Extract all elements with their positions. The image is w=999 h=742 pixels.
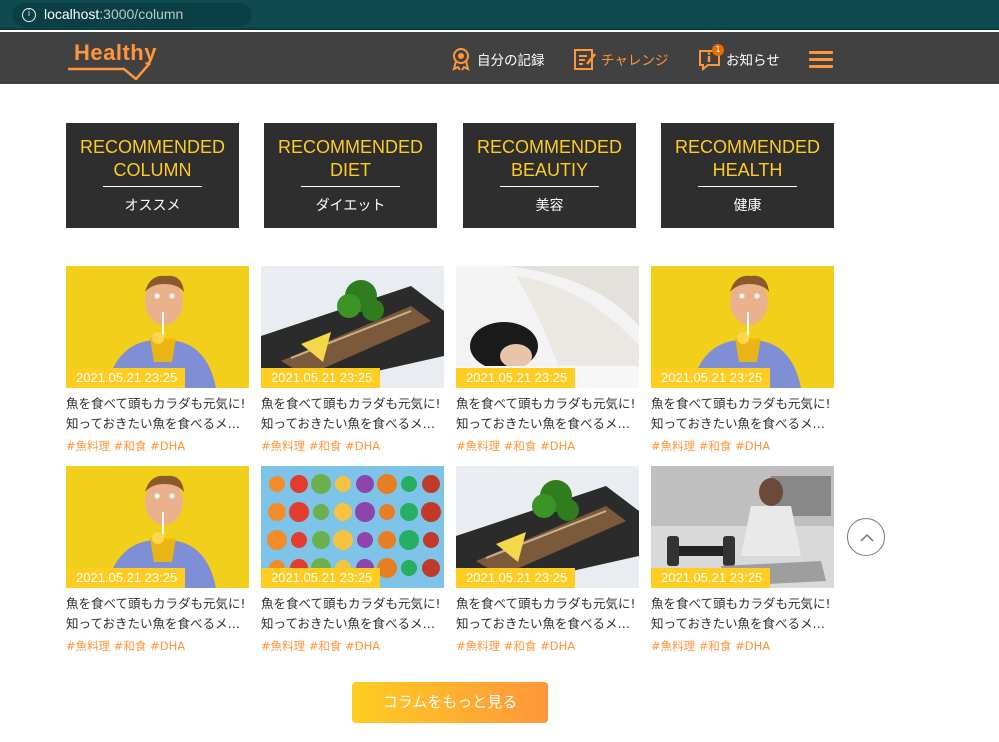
article-date: 2021.05.21 23:25: [66, 568, 186, 588]
nav-my-record-label: 自分の記録: [477, 53, 545, 69]
category-subtitle: 健康: [733, 198, 762, 214]
medal-icon: [449, 47, 473, 71]
article-date: 2021.05.21 23:25: [651, 568, 771, 588]
article-date: 2021.05.21 23:25: [66, 368, 186, 388]
article-date: 2021.05.21 23:25: [456, 368, 576, 388]
category-subtitle: オススメ: [124, 198, 181, 214]
category-title: RECOMMENDED DIET: [277, 137, 423, 180]
category-title: RECOMMENDED HEALTH: [674, 137, 820, 180]
nav-challenge-label: チャレンジ: [601, 53, 669, 69]
article-card[interactable]: 2021.05.21 23:25 魚を食べて頭もカラダも元気に! 知っておきたい…: [651, 266, 834, 454]
article-tags[interactable]: #魚料理 #和食 #DHA: [66, 438, 249, 454]
article-card[interactable]: 2021.05.21 23:25 魚を食べて頭もカラダも元気に! 知っておきたい…: [651, 466, 834, 654]
article-date: 2021.05.21 23:25: [261, 368, 381, 388]
category-recommended-diet[interactable]: RECOMMENDED DIET ダイエット: [264, 123, 437, 228]
divider: [103, 186, 202, 187]
notice-icon: 1: [698, 44, 724, 72]
logo[interactable]: Healthy: [66, 40, 158, 80]
divider: [301, 186, 400, 187]
article-card[interactable]: 2021.05.21 23:25 魚を食べて頭もカラダも元気に! 知っておきたい…: [456, 266, 639, 454]
article-title[interactable]: 魚を食べて頭もカラダも元気に! 知っておきたい魚を食べるメリ…: [651, 594, 834, 634]
logo-swoosh-icon: [68, 62, 151, 80]
article-thumbnail[interactable]: 2021.05.21 23:25: [456, 466, 639, 588]
article-date: 2021.05.21 23:25: [651, 368, 771, 388]
nav-my-record[interactable]: 自分の記録: [449, 45, 545, 73]
article-title[interactable]: 魚を食べて頭もカラダも元気に! 知っておきたい魚を食べるメリ…: [261, 594, 444, 634]
nav-challenge[interactable]: チャレンジ: [573, 45, 668, 73]
article-thumbnail[interactable]: 2021.05.21 23:25: [66, 466, 249, 588]
article-thumbnail[interactable]: 2021.05.21 23:25: [456, 266, 639, 388]
article-card[interactable]: 2021.05.21 23:25 魚を食べて頭もカラダも元気に! 知っておきたい…: [456, 466, 639, 654]
divider: [500, 186, 599, 187]
nav-notice[interactable]: 1 お知らせ: [698, 44, 780, 73]
article-thumbnail[interactable]: 2021.05.21 23:25: [651, 266, 834, 388]
article-tags[interactable]: #魚料理 #和食 #DHA: [651, 638, 834, 654]
article-tags[interactable]: #魚料理 #和食 #DHA: [261, 438, 444, 454]
article-thumbnail[interactable]: 2021.05.21 23:25: [651, 466, 834, 588]
article-tags[interactable]: #魚料理 #和食 #DHA: [651, 438, 834, 454]
article-tags[interactable]: #魚料理 #和食 #DHA: [456, 438, 639, 454]
article-title[interactable]: 魚を食べて頭もカラダも元気に! 知っておきたい魚を食べるメリ…: [651, 394, 834, 434]
category-title: RECOMMENDED COLUMN: [79, 137, 225, 180]
category-recommended-health[interactable]: RECOMMENDED HEALTH 健康: [661, 123, 834, 228]
article-tags[interactable]: #魚料理 #和食 #DHA: [261, 638, 444, 654]
article-tags[interactable]: #魚料理 #和食 #DHA: [66, 638, 249, 654]
notice-badge: 1: [712, 44, 724, 56]
category-subtitle: ダイエット: [315, 198, 386, 214]
more-columns-button[interactable]: コラムをもっと見る: [352, 682, 548, 723]
article-title[interactable]: 魚を食べて頭もカラダも元気に! 知っておきたい魚を食べるメリ…: [261, 394, 444, 434]
category-title: RECOMMENDED BEAUTIY: [476, 137, 622, 180]
category-recommended-beauty[interactable]: RECOMMENDED BEAUTIY 美容: [463, 123, 636, 228]
article-thumbnail[interactable]: 2021.05.21 23:25: [66, 266, 249, 388]
article-date: 2021.05.21 23:25: [456, 568, 576, 588]
info-icon[interactable]: i: [22, 8, 36, 22]
url-text[interactable]: localhost:3000/column: [44, 6, 183, 22]
article-tags[interactable]: #魚料理 #和食 #DHA: [456, 638, 639, 654]
scroll-to-top-button[interactable]: [847, 518, 885, 556]
chevron-up-icon: [860, 533, 874, 542]
category-subtitle: 美容: [535, 198, 564, 214]
article-thumbnail[interactable]: 2021.05.21 23:25: [261, 266, 444, 388]
article-title[interactable]: 魚を食べて頭もカラダも元気に! 知っておきたい魚を食べるメリ…: [456, 594, 639, 634]
article-title[interactable]: 魚を食べて頭もカラダも元気に! 知っておきたい魚を食べるメリ…: [66, 394, 249, 434]
challenge-icon: [573, 47, 597, 71]
article-card[interactable]: 2021.05.21 23:25 魚を食べて頭もカラダも元気に! 知っておきたい…: [66, 266, 249, 454]
article-title[interactable]: 魚を食べて頭もカラダも元気に! 知っておきたい魚を食べるメリ…: [456, 394, 639, 434]
nav-notice-label: お知らせ: [726, 53, 780, 69]
category-recommended-column[interactable]: RECOMMENDED COLUMN オススメ: [66, 123, 239, 228]
article-card[interactable]: 2021.05.21 23:25 魚を食べて頭もカラダも元気に! 知っておきたい…: [66, 466, 249, 654]
hamburger-menu-icon[interactable]: [809, 51, 833, 69]
divider: [698, 186, 797, 187]
article-title[interactable]: 魚を食べて頭もカラダも元気に! 知っておきたい魚を食べるメリ…: [66, 594, 249, 634]
article-card[interactable]: 2021.05.21 23:25 魚を食べて頭もカラダも元気に! 知っておきたい…: [261, 466, 444, 654]
article-card[interactable]: 2021.05.21 23:25 魚を食べて頭もカラダも元気に! 知っておきたい…: [261, 266, 444, 454]
browser-address-bar: i localhost:3000/column: [0, 0, 999, 30]
article-thumbnail[interactable]: 2021.05.21 23:25: [261, 466, 444, 588]
app-header: Healthy 自分の記録 チャレンジ 1 お知らせ: [0, 32, 999, 84]
article-date: 2021.05.21 23:25: [261, 568, 381, 588]
